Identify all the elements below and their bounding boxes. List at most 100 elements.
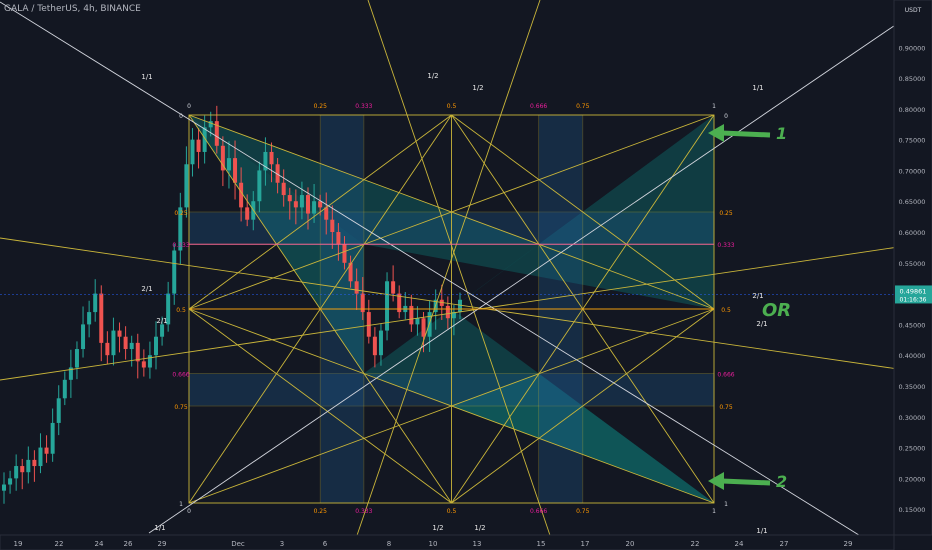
- gann-top-label: 0: [187, 103, 191, 110]
- candle-body: [226, 158, 231, 171]
- candle-body: [372, 336, 377, 356]
- candle-body: [2, 484, 6, 491]
- candle-body: [93, 293, 98, 313]
- symbol-title: GALA / TetherUS, 4h, BINANCE: [4, 4, 141, 14]
- arrow-head: [708, 472, 724, 490]
- candle-body: [26, 459, 31, 473]
- candle-body: [123, 336, 128, 350]
- candle-body: [324, 207, 329, 220]
- candle-body: [366, 312, 371, 337]
- gann-top-label: 0.333: [355, 103, 372, 110]
- candle-body: [354, 281, 359, 294]
- candle-body: [330, 219, 335, 233]
- x-tick-label: 22: [55, 540, 64, 548]
- gann-angle-label: 1/1: [756, 527, 767, 535]
- gann-right-label: 0.5: [721, 307, 731, 314]
- gann-top-label: 1: [712, 103, 716, 110]
- candle-body: [99, 293, 104, 343]
- candle-body: [421, 318, 426, 337]
- candle-body: [391, 281, 396, 294]
- gann-angle-label: 2/1: [752, 292, 763, 300]
- x-tick-label: 6: [323, 540, 328, 548]
- candle-body: [172, 250, 177, 294]
- gann-angle-label: 1/2: [427, 72, 438, 80]
- x-tick-label: 29: [844, 540, 853, 548]
- x-tick-label: 24: [95, 540, 104, 548]
- y-tick-label: 0.35000: [899, 383, 926, 391]
- candle-body: [129, 342, 134, 350]
- x-axis-panel: [0, 534, 895, 550]
- candle-body: [239, 182, 244, 208]
- x-tick-label: 22: [691, 540, 700, 548]
- gann-left-label: 0.5: [176, 307, 186, 314]
- candle-body: [105, 342, 110, 356]
- arrow-shaft: [721, 130, 771, 138]
- candle-body: [281, 182, 286, 196]
- arrow-shaft: [721, 478, 771, 486]
- gann-bottom-label: 1: [712, 508, 716, 515]
- candle-body: [233, 158, 238, 183]
- gann-angle-label: 1/1: [752, 84, 763, 92]
- gann-bottom-label: 0.25: [314, 508, 328, 515]
- gann-angle-label: 1/1: [141, 73, 152, 81]
- candle-body: [74, 349, 79, 368]
- gann-bottom-label: 0: [187, 508, 191, 515]
- gann-top-label: 0.25: [314, 103, 328, 110]
- gann-left-label: 0: [179, 113, 183, 120]
- gann-right-label: 0.25: [719, 210, 733, 217]
- candle-body: [378, 330, 383, 356]
- candle-body: [184, 164, 189, 208]
- candle-body: [38, 447, 43, 467]
- candle-body: [342, 244, 347, 263]
- candle-body: [445, 305, 450, 319]
- y-tick-label: 0.25000: [899, 445, 926, 453]
- y-tick-label: 0.75000: [899, 137, 926, 145]
- gann-right-label: 0: [724, 113, 728, 120]
- candle-body: [336, 232, 341, 245]
- candle-body: [62, 379, 67, 399]
- x-tick-label: 27: [780, 540, 789, 548]
- gann-left-label: 1: [179, 501, 183, 508]
- y-tick-label: 0.65000: [899, 198, 926, 206]
- last-price-value: 0.49861: [900, 287, 927, 295]
- candle-body: [415, 318, 420, 325]
- gann-chart[interactable]: 0 0.25 0.333 0.5 0.666 0.75 10 0.25 0.333 0.5 0.66…: [0, 0, 932, 550]
- gann-left-label: 0.75: [174, 404, 188, 411]
- candle-body: [147, 355, 152, 368]
- x-tick-label: 19: [14, 540, 23, 548]
- y-tick-label: 0.55000: [899, 260, 926, 268]
- candle-body: [257, 170, 262, 202]
- x-tick-label: 10: [429, 540, 438, 548]
- x-tick-label: 26: [124, 540, 133, 548]
- x-tick-label: 17: [581, 540, 590, 548]
- x-tick-label: 15: [537, 540, 546, 548]
- gann-top-label: 0.5: [447, 103, 457, 110]
- candle-body: [306, 195, 310, 214]
- candle-body: [8, 478, 13, 485]
- candle-body: [269, 151, 274, 165]
- gann-right-label: 0.333: [717, 242, 734, 249]
- arrow-label-1: 1: [776, 124, 788, 143]
- gann-angle-label: 1/2: [432, 524, 443, 532]
- candle-body: [318, 201, 323, 208]
- x-tick-label: 20: [626, 540, 635, 548]
- gann-top-label: 0.75: [576, 103, 590, 110]
- gann-angle-label: 1/1: [154, 524, 165, 532]
- x-tick-label: 29: [158, 540, 167, 548]
- y-tick-label: 0.85000: [899, 75, 926, 83]
- candle-body: [458, 299, 462, 313]
- y-tick-label: 0.15000: [899, 506, 926, 514]
- candle-body: [117, 330, 122, 337]
- gann-left-label: 0.666: [172, 371, 189, 378]
- gann-angle-label: 1/2: [472, 84, 483, 92]
- candle-body: [293, 201, 298, 208]
- countdown-value: 01:16:36: [900, 296, 927, 303]
- y-tick-label: 0.60000: [899, 229, 926, 237]
- x-tick-label: 13: [473, 540, 482, 548]
- gann-bottom-label: 0.75: [576, 508, 590, 515]
- candle-body: [287, 195, 292, 202]
- gann-right-label: 0.666: [717, 371, 734, 378]
- candle-body: [160, 324, 165, 337]
- x-tick-label: Dec: [231, 540, 245, 548]
- candle-body: [135, 342, 140, 362]
